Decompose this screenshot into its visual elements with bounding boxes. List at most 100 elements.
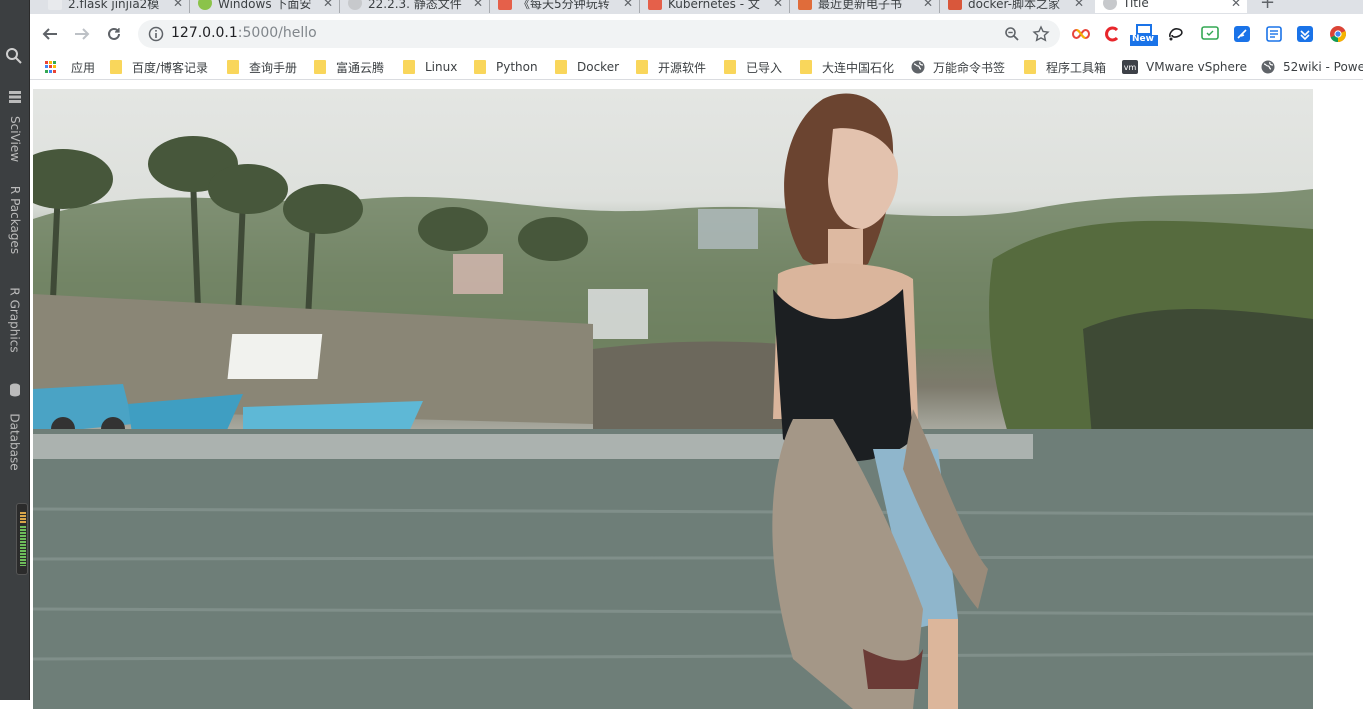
zoom-icon[interactable] [1004,26,1020,46]
globe-icon [911,60,925,74]
apps-grid-icon [45,61,57,73]
close-icon[interactable]: ✕ [923,0,933,10]
chrome-icon[interactable] [1329,25,1347,43]
ide-side-panel: SciView R Packages R Graphics Database [0,0,30,700]
tab-title: Windows 下面安 [218,0,318,12]
address-bar[interactable]: 127.0.0.1:5000/hello [138,20,1060,48]
tab-title: Title [1123,0,1223,10]
bookmark-folder[interactable]: 程序工具箱 [1024,58,1106,76]
reload-button[interactable] [102,22,126,46]
bookmark-label: 已导入 [746,59,782,76]
browser-tab[interactable]: 《每天5分钟玩转 ✕ [490,0,640,13]
tab-title: Kubernetes - 文 [668,0,768,12]
close-icon[interactable]: ✕ [323,0,333,10]
bookmark-folder[interactable]: Linux [403,58,457,76]
folder-icon [314,60,326,74]
tab-title: 2.flask jinjia2模 [68,0,168,12]
arrow-right-icon [74,26,90,42]
browser-tab[interactable]: 最近更新电子书 ✕ [790,0,940,13]
browser-tab[interactable]: 2.flask jinjia2模 ✕ [40,0,190,13]
info-icon[interactable] [148,26,164,46]
close-icon[interactable]: ✕ [773,0,783,10]
tab-database[interactable]: Database [0,380,30,464]
feather-icon[interactable] [1233,25,1251,43]
url-path: :5000/hello [238,25,317,41]
bookmark-label: 百度/博客记录 [132,59,208,76]
grid-icon [9,88,21,107]
lasso-icon[interactable] [1167,25,1185,43]
browser-tab-active[interactable]: Title ✕ [1095,0,1247,13]
bookmark-folder[interactable]: 查询手册 [227,58,297,76]
site-favicon-icon [948,0,962,10]
tab-r-packages[interactable]: R Packages [0,182,30,258]
tab-r-packages-label: R Packages [8,186,22,254]
tab-database-label: Database [8,413,22,470]
globe-favicon-icon [348,0,362,10]
close-icon[interactable]: ✕ [1074,0,1084,10]
photo-illustration [33,89,1313,709]
close-icon[interactable]: ✕ [623,0,633,10]
folder-icon [1024,60,1036,74]
bookmarks-bar: 应用 百度/博客记录 查询手册 富通云腾 Linux Python Docker… [30,54,1363,80]
browser-tab[interactable]: Windows 下面安 ✕ [190,0,340,13]
folder-icon [724,60,736,74]
download-icon[interactable] [1296,25,1314,43]
bookmark-folder[interactable]: Python [474,58,538,76]
reload-icon [106,26,122,42]
hero-photo [33,89,1313,709]
bookmark-label: 富通云腾 [336,59,384,76]
bookmark-link[interactable]: vm VMware vSphere [1122,58,1247,76]
bookmark-folder[interactable]: 已导入 [724,58,782,76]
bookmark-star-icon[interactable] [1032,25,1050,47]
close-icon[interactable]: ✕ [1231,0,1241,10]
bookmark-label: 52wiki - Powe [1283,60,1363,74]
bookmark-apps[interactable]: 应用 [45,58,95,76]
site-favicon-icon [198,0,212,10]
arrow-left-icon [42,26,58,42]
note-icon[interactable] [1265,25,1283,43]
bookmark-folder[interactable]: 大连中国石化 [800,58,894,76]
site-favicon-icon [498,0,512,10]
folder-icon [800,60,812,74]
browser-tab[interactable]: 22.2.3. 静态文件 ✕ [340,0,490,13]
browser-tab[interactable]: docker-脚本之家 ✕ [940,0,1090,13]
back-button[interactable] [38,22,62,46]
site-favicon-icon [798,0,812,10]
bookmark-folder[interactable]: Docker [555,58,619,76]
new-tab-button[interactable]: + [1260,0,1275,13]
tab-title: 22.2.3. 静态文件 [368,0,468,12]
browser-tab[interactable]: Kubernetes - 文 ✕ [640,0,790,13]
forward-button[interactable] [70,22,94,46]
tab-title: docker-脚本之家 [968,0,1068,12]
bookmark-folder[interactable]: 富通云腾 [314,58,384,76]
bookmark-folder[interactable]: 开源软件 [636,58,706,76]
search-icon[interactable] [2,44,26,68]
bookmark-folder[interactable]: 百度/博客记录 [110,58,208,76]
bookmark-link[interactable]: 万能命令书签 [911,58,1005,76]
screen-icon[interactable] [1201,25,1219,43]
page-content [30,81,1363,700]
infinity-icon[interactable] [1072,25,1090,43]
vmware-icon: vm [1122,60,1138,74]
tab-title: 最近更新电子书 [818,0,918,12]
globe-icon [1261,60,1275,74]
close-icon[interactable]: ✕ [173,0,183,10]
tab-sciview[interactable]: SciView [0,86,30,156]
bookmark-label: VMware vSphere [1146,60,1247,74]
new-badge-label: New [1132,34,1154,44]
folder-icon [636,60,648,74]
close-icon[interactable]: ✕ [473,0,483,10]
url-text[interactable]: 127.0.0.1:5000/hello [171,25,317,41]
bookmark-label: Linux [425,60,457,74]
bookmark-label: 查询手册 [249,59,297,76]
url-host: 127.0.0.1 [171,25,238,41]
bookmark-label: Docker [577,60,619,74]
bookmark-link[interactable]: 52wiki - Powe [1261,58,1363,76]
browser-tab-strip: 2.flask jinjia2模 ✕ Windows 下面安 ✕ 22.2.3.… [30,0,1363,14]
c-icon[interactable] [1103,25,1121,43]
tab-r-graphics[interactable]: R Graphics [0,284,30,356]
tab-r-graphics-label: R Graphics [8,287,22,352]
folder-icon [403,60,415,74]
bookmark-label: Python [496,60,538,74]
new-badge-icon[interactable]: New [1130,24,1158,46]
